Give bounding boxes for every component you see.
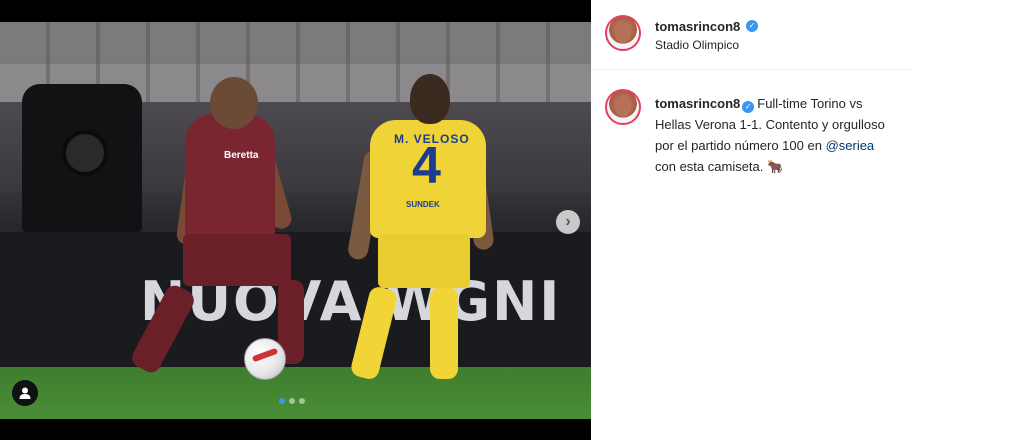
user-tags-button[interactable] — [12, 380, 38, 406]
verified-badge-icon: ✓ — [746, 20, 758, 32]
post-side-pane: tomasrincon8 ✓ Stadio Olimpico tomasrinc… — [591, 0, 1024, 440]
football — [244, 338, 286, 380]
torino-sponsor: Beretta — [224, 150, 259, 161]
jersey-number: 4 — [412, 137, 441, 195]
caption-avatar[interactable] — [605, 89, 641, 125]
avatar[interactable] — [605, 15, 641, 51]
player-right-leg-2 — [430, 287, 458, 379]
camera-lens — [62, 130, 108, 176]
avatar-face — [615, 97, 631, 117]
verona-sponsor: SUNDEK — [406, 200, 440, 209]
carousel-dots — [279, 398, 305, 404]
post-location[interactable]: Stadio Olimpico — [655, 38, 739, 52]
post-photo[interactable]: NUOVA WGNI Beretta M. VELOSO 4 SUNDEK — [0, 22, 591, 419]
media-pane: NUOVA WGNI Beretta M. VELOSO 4 SUNDEK › — [0, 0, 591, 440]
verified-badge-icon: ✓ — [742, 101, 755, 113]
player-torino-shorts — [183, 234, 291, 286]
carousel-dot — [299, 398, 305, 404]
carousel-dot — [289, 398, 295, 404]
author-username[interactable]: tomasrincon8 — [655, 19, 740, 34]
caption-username[interactable]: tomasrincon8 — [655, 96, 740, 111]
post-caption: tomasrincon8 ✓ Full-time Torino vs Hellas … — [655, 93, 895, 177]
player-torino-jersey — [185, 114, 275, 244]
carousel-dot — [279, 398, 285, 404]
player-verona-shorts — [378, 234, 470, 288]
mention-link[interactable]: @seriea — [826, 138, 875, 153]
next-slide-button[interactable]: › — [556, 210, 580, 234]
chevron-right-icon: › — [565, 213, 571, 230]
player-torino-head — [210, 77, 258, 129]
caption-text-end: con esta camiseta. — [655, 159, 767, 174]
bull-emoji: 🐂 — [767, 159, 784, 174]
user-tag-icon — [19, 387, 31, 399]
player-verona-head — [410, 74, 450, 124]
post-header: tomasrincon8 ✓ Stadio Olimpico — [591, 0, 913, 70]
avatar-face — [615, 23, 631, 43]
pitch — [0, 367, 591, 419]
